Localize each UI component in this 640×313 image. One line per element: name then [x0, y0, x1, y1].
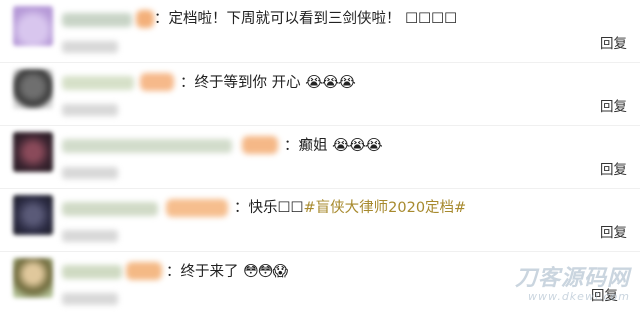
comment-body: ：定档啦！下周就可以看到三剑侠啦！ ☐☐☐☐ [154, 11, 458, 27]
reply-button[interactable]: 回复 [600, 162, 627, 178]
username[interactable] [62, 13, 132, 27]
crying-emoji-icon: 😭😭😭 [332, 136, 383, 154]
crying-emoji-icon: 😭😭😭 [305, 73, 356, 91]
avatar[interactable] [13, 6, 53, 46]
comment-row: ：定档啦！下周就可以看到三剑侠啦！ ☐☐☐☐ 回复 [0, 0, 640, 63]
comment-meta [62, 230, 118, 242]
comment-list: ：定档啦！下周就可以看到三剑侠啦！ ☐☐☐☐ 回复 ：终于等到你 开心 😭😭😭 … [0, 0, 640, 313]
comment-body: ：癫姐 [284, 138, 328, 154]
avatar[interactable] [13, 69, 53, 109]
comment-body: ：终于等到你 开心 [180, 75, 301, 91]
username[interactable] [62, 265, 122, 279]
topic-tag-link[interactable]: #盲侠大律师2020定档# [304, 200, 467, 216]
reply-button[interactable]: 回复 [600, 36, 627, 52]
reply-button[interactable]: 回复 [600, 99, 627, 115]
comment-meta [62, 41, 118, 53]
reply-button[interactable]: 回复 [600, 225, 627, 241]
comment-body: ：快乐☐☐ [234, 200, 304, 216]
comment-body: ：终于来了 [166, 264, 239, 280]
username[interactable] [62, 202, 158, 216]
username[interactable] [62, 76, 134, 90]
avatar[interactable] [13, 195, 53, 235]
reply-button[interactable]: 回复 [591, 288, 618, 304]
comment-row: ：癫姐 😭😭😭 回复 [0, 126, 640, 189]
comment-text: ：定档啦！下周就可以看到三剑侠啦！ ☐☐☐☐ [154, 9, 457, 29]
comment-meta [62, 293, 118, 305]
comment-text: ：终于来了 😳😳😱 [166, 261, 288, 282]
avatar[interactable] [13, 132, 53, 172]
comment-text: ：快乐☐☐#盲侠大律师2020定档# [234, 198, 466, 218]
comment-row: ：快乐☐☐#盲侠大律师2020定档# 回复 [0, 189, 640, 252]
comment-row: ：终于等到你 开心 😭😭😭 回复 [0, 63, 640, 126]
badge-icon [126, 262, 162, 280]
badge-icon [136, 10, 154, 28]
badge-icon [166, 199, 228, 217]
comment-meta [62, 167, 118, 179]
username[interactable] [62, 139, 232, 153]
comment-row: ：终于来了 😳😳😱 回复 [0, 252, 640, 313]
comment-text: ：癫姐 😭😭😭 [284, 135, 383, 156]
comment-meta [62, 104, 118, 116]
shocked-emoji-icon: 😳😳😱 [243, 262, 288, 280]
badge-icon [140, 73, 174, 91]
comment-text: ：终于等到你 开心 😭😭😭 [180, 72, 356, 93]
avatar[interactable] [13, 258, 53, 298]
badge-icon [242, 136, 278, 154]
